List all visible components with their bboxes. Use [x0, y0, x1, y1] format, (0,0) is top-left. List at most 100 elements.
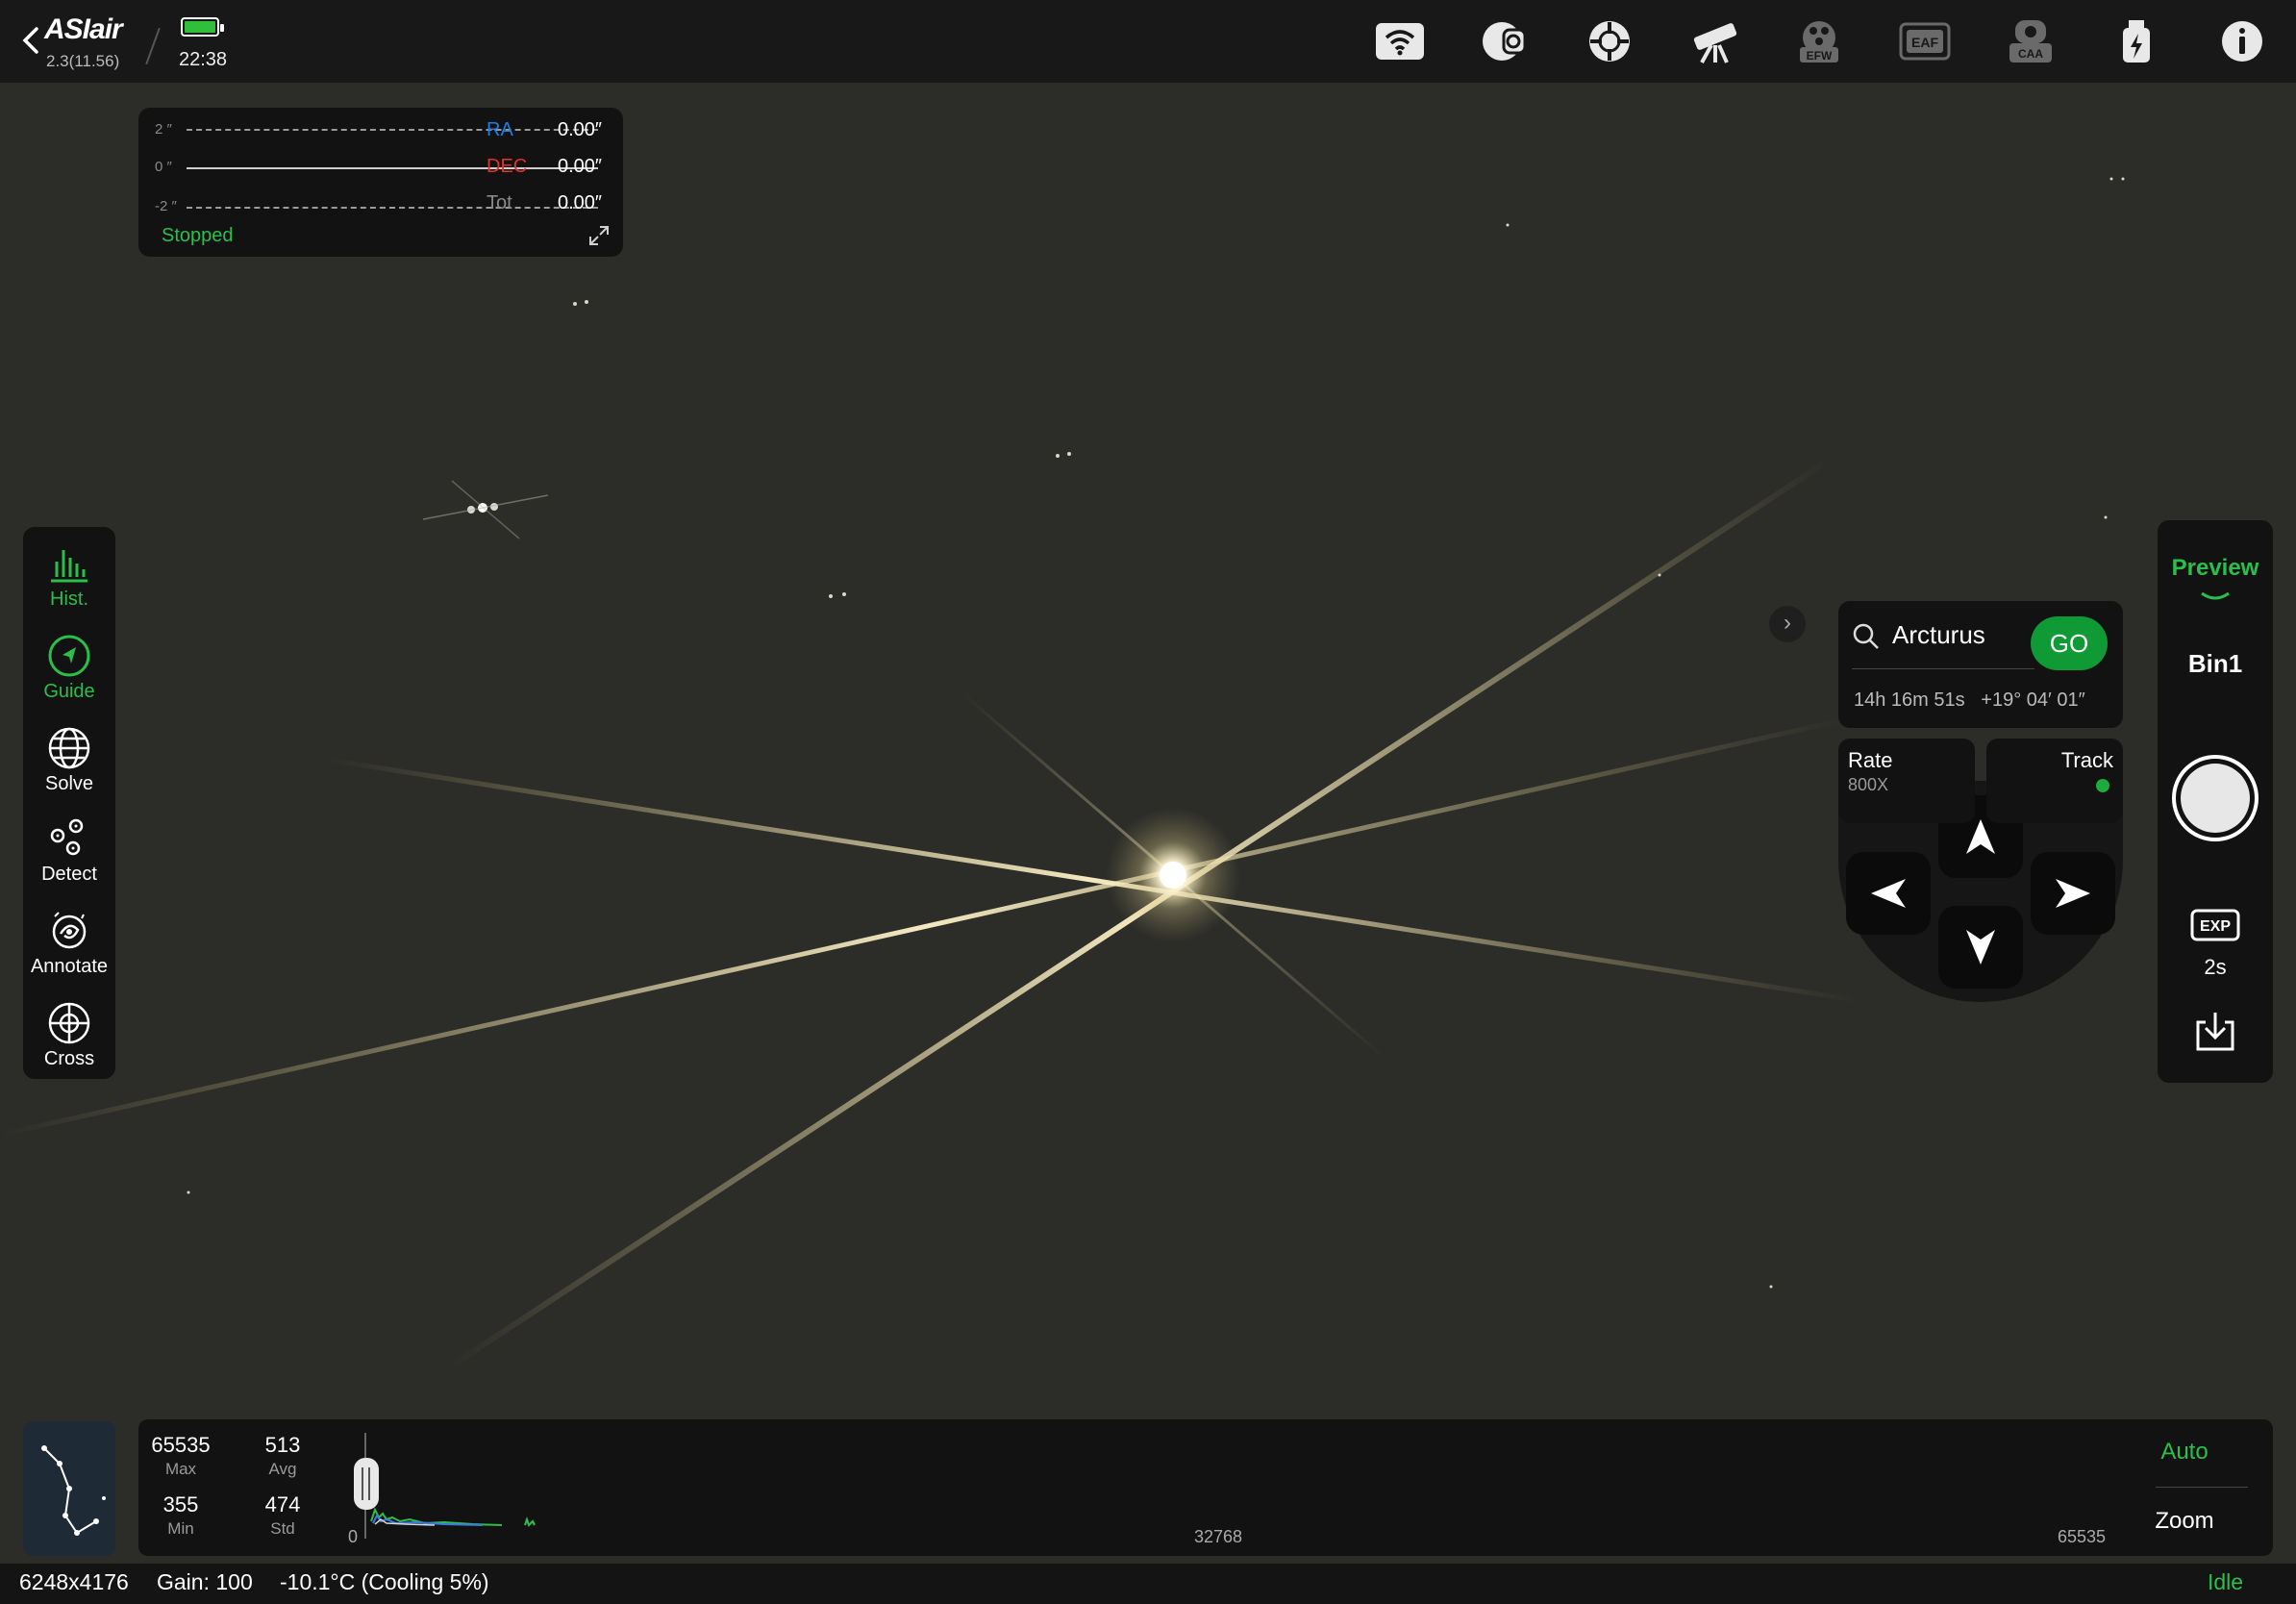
svg-text:EXP: EXP	[2200, 918, 2231, 935]
histogram-bars	[370, 1507, 536, 1527]
app-logo: ASIair	[44, 13, 123, 45]
stat-max-value: 65535	[151, 1433, 211, 1457]
guide-icon	[48, 635, 90, 677]
constellation-icon	[41, 1445, 106, 1536]
usb-power-icon[interactable]	[2109, 17, 2163, 65]
capture-panel: Preview Bin1 EXP 2s	[2158, 520, 2273, 1083]
guide-graph-panel[interactable]: 2 ″ 0 ″ -2 ″ RA 0.00″ DEC 0.00″ Tot 0.00…	[138, 108, 623, 257]
caa-icon[interactable]: CAA	[2004, 17, 2058, 65]
zoom-button[interactable]: Zoom	[2127, 1508, 2242, 1535]
download-icon[interactable]	[2192, 1009, 2238, 1055]
histogram-axis-end: 65535	[2058, 1527, 2107, 1546]
guide-gridline-top	[187, 129, 598, 131]
rate-selector[interactable]: Rate 800X	[1838, 739, 1975, 823]
tool-histogram[interactable]: Hist.	[23, 537, 115, 611]
search-icon	[1853, 623, 1879, 649]
capture-mode-selector[interactable]: Preview	[2158, 555, 2273, 582]
expand-icon[interactable]	[586, 223, 611, 248]
track-label: Track	[2060, 748, 2113, 772]
exposure-icon[interactable]: EXP	[2190, 909, 2240, 941]
guide-scale-top: 2 ″	[155, 121, 172, 138]
stat-avg-value: 513	[264, 1433, 301, 1457]
histogram-axis-start: 0	[348, 1527, 359, 1546]
histogram-icon	[51, 550, 87, 583]
guide-status: Stopped	[162, 225, 234, 246]
guide-gridline-zero	[187, 167, 598, 169]
crosshair-icon	[48, 1002, 90, 1044]
tool-label: Detect	[41, 864, 97, 885]
black-point-slider[interactable]	[354, 1458, 379, 1510]
arrow-down-icon	[1966, 930, 1995, 965]
faint-stars	[187, 177, 2125, 1289]
globe-icon	[48, 727, 90, 769]
clock: 22:38	[179, 49, 228, 70]
eaf-icon[interactable]: EAF	[1898, 17, 1952, 65]
goto-panel: Arcturus GO 14h 16m 51s +19° 04′ 01″	[1838, 601, 2123, 728]
go-button[interactable]: GO	[2031, 616, 2108, 670]
tool-label: Solve	[44, 773, 94, 794]
histogram-axis-mid: 32768	[1194, 1527, 1243, 1546]
ra-value: 0.00″	[558, 119, 603, 140]
stat-min-label: Min	[167, 1519, 194, 1538]
collapse-panel-button[interactable]: ›	[1769, 606, 1806, 642]
guide-gridline-bottom	[187, 207, 598, 209]
status-resolution: 6248x4176	[19, 1569, 129, 1594]
battery-icon	[181, 17, 224, 37]
bin-selector[interactable]: Bin1	[2158, 649, 2273, 679]
histogram-panel: 65535 Max 513 Avg 355 Min 474 Std 0 3276…	[138, 1419, 2273, 1556]
tool-label: Guide	[43, 681, 95, 702]
histogram-graph[interactable]	[348, 1433, 694, 1539]
camera-icon[interactable]	[1477, 17, 1531, 65]
dec-value: 0.00″	[558, 156, 603, 177]
arrow-right-icon	[2056, 879, 2090, 908]
auto-stretch-button[interactable]: Auto	[2127, 1439, 2242, 1466]
move-south-button[interactable]	[1938, 906, 2023, 989]
tool-detect[interactable]: Detect	[23, 812, 115, 886]
chevron-down-icon	[2201, 591, 2230, 600]
sky-map-button[interactable]	[23, 1421, 115, 1556]
tool-panel: Hist. Guide Solve Detect Annotate Cross	[23, 527, 115, 1079]
app-version: 2.3(11.56)	[46, 52, 120, 70]
target-coordinates: 14h 16m 51s +19° 04′ 01″	[1854, 689, 2085, 711]
guide-scale-zero: 0 ″	[155, 159, 172, 175]
tool-solve[interactable]: Solve	[23, 721, 115, 795]
guide-scope-icon[interactable]	[1583, 17, 1636, 65]
detect-icon	[50, 818, 84, 856]
svg-text:EFW: EFW	[1807, 49, 1833, 63]
track-status-dot	[2096, 779, 2109, 792]
tool-label: Annotate	[30, 956, 109, 977]
telescope-icon[interactable]	[1688, 17, 1742, 65]
stat-avg-label: Avg	[268, 1460, 297, 1478]
shutter-button[interactable]	[2172, 755, 2259, 841]
arrow-left-icon	[1871, 879, 1906, 908]
back-button[interactable]	[17, 23, 46, 58]
stat-std-value: 474	[264, 1492, 301, 1516]
svg-text:CAA: CAA	[2018, 47, 2043, 61]
stat-std-label: Std	[270, 1519, 295, 1538]
tool-label: Cross	[43, 1048, 95, 1069]
efw-icon[interactable]: EFW	[1792, 17, 1846, 65]
track-toggle[interactable]: Track	[1986, 739, 2123, 823]
info-icon[interactable]	[2215, 17, 2269, 65]
tool-annotate[interactable]: Annotate	[23, 904, 115, 978]
tool-label: Hist.	[50, 589, 88, 610]
wifi-icon[interactable]	[1373, 17, 1427, 65]
target-search-input[interactable]: Arcturus	[1892, 620, 1985, 650]
tool-guide[interactable]: Guide	[23, 629, 115, 703]
dec-label: DEC	[487, 156, 528, 177]
move-east-button[interactable]	[2031, 852, 2115, 935]
search-underline	[1852, 668, 2034, 669]
chevron-left-icon	[22, 27, 38, 54]
exposure-value[interactable]: 2s	[2158, 955, 2273, 980]
rate-label: Rate	[1848, 748, 1893, 772]
star-arcturus	[0, 459, 1857, 1368]
tool-cross[interactable]: Cross	[23, 996, 115, 1070]
svg-text:EAF: EAF	[1911, 35, 1938, 50]
arrow-up-icon	[1966, 819, 1995, 854]
status-state: Idle	[2208, 1569, 2244, 1594]
rate-value: 800X	[1848, 775, 1889, 794]
annotate-icon	[52, 912, 87, 949]
move-west-button[interactable]	[1846, 852, 1931, 935]
guide-scale-bottom: -2 ″	[155, 198, 177, 214]
tot-label: Tot	[487, 192, 512, 213]
